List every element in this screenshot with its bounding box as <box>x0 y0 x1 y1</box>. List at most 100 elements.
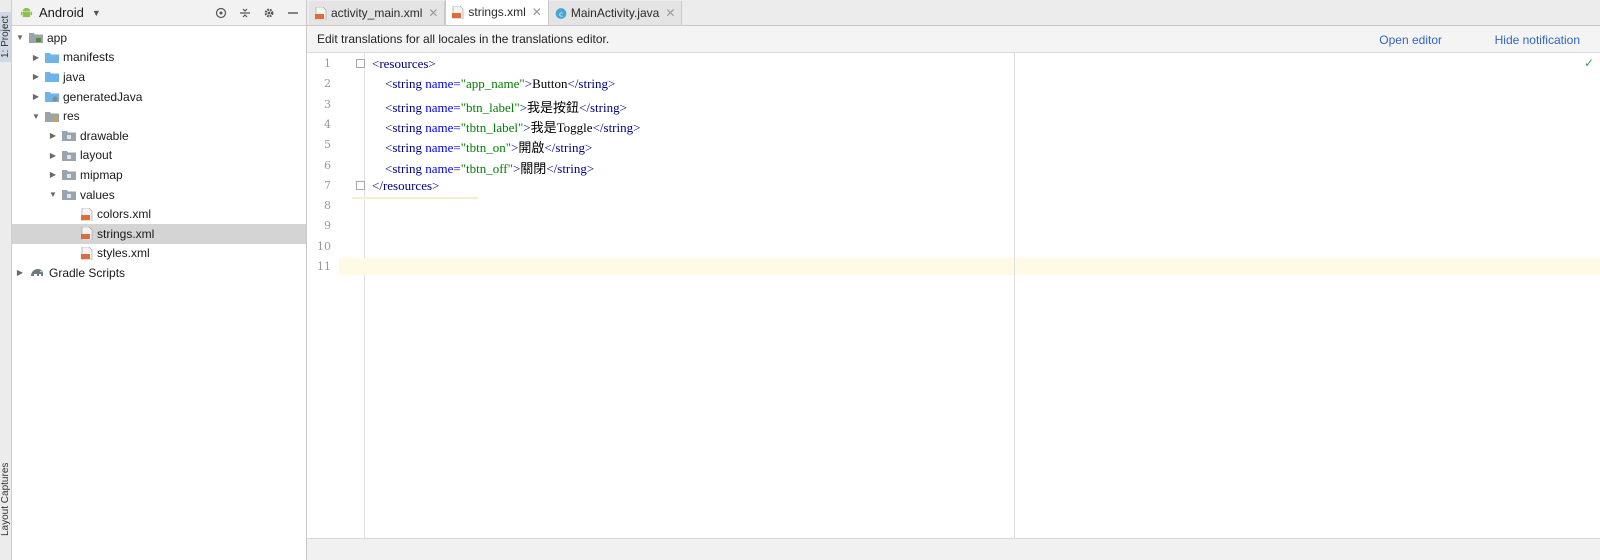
translations-notification-bar: Edit translations for all locales in the… <box>307 26 1600 53</box>
tree-item-label: java <box>63 69 86 84</box>
project-panel: Android ▼ ▼ app ▶ manifests ▶ java ▶ gen… <box>12 0 307 560</box>
code-token-tag: <string <box>385 119 426 135</box>
tree-item-java[interactable]: ▶ java <box>12 67 306 87</box>
code-token-tag: > <box>523 119 531 135</box>
collapsed-arrow-icon[interactable]: ▶ <box>48 131 58 140</box>
tree-item-gradle-scripts[interactable]: ▶ Gradle Scripts <box>12 263 306 283</box>
fold-marker-icon[interactable] <box>356 59 365 68</box>
expanded-arrow-icon[interactable]: ▼ <box>31 112 41 121</box>
line-number: 9 <box>324 219 331 233</box>
tree-item-res[interactable]: ▼ res <box>12 106 306 126</box>
collapsed-arrow-icon[interactable]: ▶ <box>48 151 58 160</box>
tree-item-values[interactable]: ▼ values <box>12 185 306 205</box>
xml-file-icon <box>81 227 93 241</box>
expanded-arrow-icon[interactable]: ▼ <box>15 33 25 42</box>
line-number: 4 <box>324 117 331 131</box>
code-line[interactable]: </resources> <box>372 178 439 194</box>
tree-item-app[interactable]: ▼ app <box>12 28 306 48</box>
tree-item-label: values <box>80 187 115 202</box>
tab-label: strings.xml <box>468 5 526 19</box>
code-line[interactable]: <string name="app_name">Button</string> <box>372 76 615 92</box>
code-token-text: 我是按鈕 <box>527 99 580 115</box>
code-token-attr: name= <box>425 160 461 176</box>
svg-text:c: c <box>559 9 563 18</box>
code-token-tag: </resources> <box>372 177 440 193</box>
hide-icon[interactable] <box>286 6 300 20</box>
tab-mainactivity-java[interactable]: c MainActivity.java ✕ <box>548 1 683 25</box>
code-token-tag: </string> <box>544 140 593 156</box>
code-line[interactable]: <string name="tbtn_on">開啟</string> <box>372 137 592 156</box>
checkmark-icon: ✓ <box>1583 56 1594 70</box>
tree-item-styles-xml[interactable]: styles.xml <box>12 244 306 264</box>
tree-item-layout[interactable]: ▶ layout <box>12 146 306 166</box>
collapsed-arrow-icon[interactable]: ▶ <box>31 53 41 62</box>
code-token-tag: </string> <box>567 76 616 92</box>
line-number: 7 <box>324 178 331 192</box>
tree-item-label: mipmap <box>80 167 123 182</box>
xml-file-icon <box>81 207 93 221</box>
line-number-gutter: 1 2 3 4 5 6 7 8 9 10 11 <box>307 53 365 538</box>
tree-item-label: generatedJava <box>63 89 143 104</box>
tree-item-label: styles.xml <box>97 246 150 261</box>
tab-strings-xml[interactable]: strings.xml ✕ <box>445 0 549 25</box>
resources-folder-icon <box>45 111 59 122</box>
current-line-gutter-highlight <box>339 258 365 275</box>
line-number: 6 <box>324 158 331 172</box>
hide-notification-link[interactable]: Hide notification <box>1495 26 1580 53</box>
code-editor[interactable]: 1 2 3 4 5 6 7 8 9 10 11 <resources> <string name="… <box>307 53 1600 538</box>
chevron-down-icon[interactable]: ▼ <box>92 8 101 18</box>
project-panel-header: Android ▼ <box>12 0 306 26</box>
project-view-selector[interactable]: Android <box>39 5 84 20</box>
collapsed-arrow-icon[interactable]: ▶ <box>31 92 41 101</box>
close-icon[interactable]: ✕ <box>428 6 438 20</box>
code-token-attr: name= <box>425 140 461 156</box>
tree-item-label: layout <box>80 148 113 163</box>
code-line[interactable]: <resources> <box>372 56 436 72</box>
code-line[interactable]: <string name="tbtn_label">我是Toggle</stri… <box>372 117 640 136</box>
open-editor-link[interactable]: Open editor <box>1379 26 1442 53</box>
editor-bottom-bar <box>307 538 1600 560</box>
code-token-tag: <string <box>385 99 426 115</box>
code-token-tag: > <box>524 76 533 92</box>
code-token-tag: <string <box>385 160 426 176</box>
line-end-highlight <box>352 197 478 199</box>
collapsed-arrow-icon[interactable]: ▶ <box>31 72 41 81</box>
collapsed-arrow-icon[interactable]: ▶ <box>48 170 58 179</box>
code-token-attr: name= <box>425 76 461 92</box>
close-icon[interactable]: ✕ <box>532 5 542 19</box>
layout-captures-tool-window-tab[interactable]: Layout Captures <box>0 463 11 536</box>
tab-activity-main-xml[interactable]: activity_main.xml ✕ <box>309 1 446 25</box>
fold-marker-icon[interactable] <box>356 181 365 190</box>
collapsed-arrow-icon[interactable]: ▶ <box>15 268 25 277</box>
line-number: 5 <box>324 138 331 152</box>
xml-file-icon <box>81 246 93 260</box>
notification-text: Edit translations for all locales in the… <box>317 32 610 46</box>
gear-icon[interactable] <box>262 6 276 20</box>
code-token-tag: </string> <box>579 99 627 115</box>
expanded-arrow-icon[interactable]: ▼ <box>48 190 58 199</box>
tree-item-mipmap[interactable]: ▶ mipmap <box>12 165 306 185</box>
code-line[interactable]: <string name="tbtn_off">關閉</string> <box>372 158 594 177</box>
close-icon[interactable]: ✕ <box>665 6 675 20</box>
tree-item-strings-xml[interactable]: strings.xml <box>12 223 306 244</box>
tree-item-colors-xml[interactable]: colors.xml <box>12 204 306 224</box>
project-tree: ▼ app ▶ manifests ▶ java ▶ generatedJava… <box>12 26 306 283</box>
locate-icon[interactable] <box>214 6 228 20</box>
project-tool-window-tab[interactable]: 1: Project <box>0 11 11 62</box>
tree-item-manifests[interactable]: ▶ manifests <box>12 48 306 68</box>
module-folder-icon <box>29 33 43 44</box>
tree-item-generatedjava[interactable]: ▶ generatedJava <box>12 87 306 107</box>
code-token-val: "btn_label" <box>460 99 520 115</box>
code-token-tag: > <box>519 99 528 115</box>
xml-file-icon <box>452 5 464 19</box>
collapse-all-icon[interactable] <box>238 6 252 20</box>
tree-item-drawable[interactable]: ▶ drawable <box>12 126 306 146</box>
tree-item-label: colors.xml <box>97 207 152 222</box>
line-number: 11 <box>317 260 331 273</box>
code-token-val: "tbtn_label" <box>460 119 524 135</box>
code-line[interactable]: <string name="btn_label">我是按鈕</string> <box>372 97 627 116</box>
code-token-tag: <resources> <box>372 56 436 71</box>
